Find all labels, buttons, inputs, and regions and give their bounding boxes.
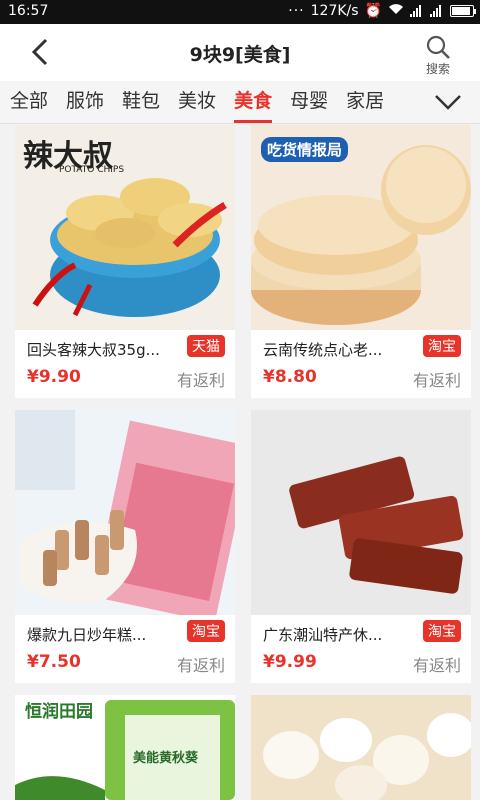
tab-clothing[interactable]: 服饰 [66, 81, 104, 123]
search-icon [426, 35, 450, 59]
product-price: ¥9.99 [263, 652, 317, 672]
tab-beauty[interactable]: 美妆 [178, 81, 216, 123]
product-image: 吃货情报局 [251, 125, 471, 330]
product-brand-subtext: POTATO CHIPS [59, 165, 125, 175]
product-price: ¥8.80 [263, 367, 317, 387]
product-name: 广东潮汕特产休... [263, 626, 383, 644]
category-tabs: 全部 服饰 鞋包 美妆 美食 母婴 家居 [0, 81, 480, 124]
network-speed: 127K/s [310, 3, 359, 19]
product-brand-logo: 吃货情报局 [261, 137, 349, 162]
product-price: ¥7.50 [27, 652, 81, 672]
status-bar: 16:57 ··· 127K/s ⏰ [0, 0, 480, 24]
app-header: 9块9[美食] 搜索 [0, 24, 480, 81]
product-image [15, 410, 235, 615]
product-name: 回头客辣大叔35g... [27, 341, 160, 359]
product-image [251, 695, 471, 800]
product-name: 云南传统点心老... [263, 341, 383, 359]
page-title: 9块9[美食] [189, 44, 291, 66]
search-label: 搜索 [425, 62, 450, 76]
battery-icon [450, 5, 476, 17]
product-card[interactable]: 辣大叔 POTATO CHIPS 回头客辣大叔35g... 天猫 ¥9.90 有… [15, 125, 235, 398]
product-card[interactable]: 广东潮汕特产休... 淘宝 ¥9.99 有返利 [251, 410, 471, 683]
product-card[interactable]: 爆款九日炒年糕... 淘宝 ¥7.50 有返利 [15, 410, 235, 683]
tab-food[interactable]: 美食 [234, 81, 273, 123]
rebate-label: 有返利 [176, 371, 225, 390]
rebate-label: 有返利 [412, 371, 461, 390]
platform-badge: 淘宝 [187, 620, 225, 642]
rebate-label: 有返利 [176, 656, 225, 675]
back-button[interactable] [24, 34, 60, 70]
product-image: 恒润田园 美能黄秋葵 [15, 695, 235, 800]
rebate-label: 有返利 [412, 656, 461, 675]
product-card[interactable]: 吃货情报局 云南传统点心老... 淘宝 ¥8.80 有返利 [251, 125, 471, 398]
product-card[interactable]: 恒润田园 美能黄秋葵 [15, 695, 235, 800]
tab-shoes-bags[interactable]: 鞋包 [122, 81, 160, 123]
signal-icon [410, 5, 424, 17]
product-brand-logo: 恒润田园 [25, 702, 93, 722]
status-time: 16:57 [8, 3, 49, 19]
signal-icon-2 [430, 5, 444, 17]
tab-home[interactable]: 家居 [346, 81, 384, 123]
tab-all[interactable]: 全部 [10, 81, 48, 123]
wifi-icon [388, 3, 404, 19]
product-image [251, 410, 471, 615]
more-dots-icon: ··· [288, 3, 305, 19]
product-brand-subtext: 美能黄秋葵 [133, 751, 199, 766]
product-price: ¥9.90 [27, 367, 81, 387]
search-button[interactable]: 搜索 [418, 32, 458, 78]
platform-badge: 淘宝 [423, 335, 461, 357]
product-name: 爆款九日炒年糕... [27, 626, 147, 644]
expand-tabs-button[interactable] [432, 84, 464, 118]
platform-badge: 淘宝 [423, 620, 461, 642]
platform-badge: 天猫 [187, 335, 225, 357]
back-arrow-icon [31, 38, 48, 66]
chevron-down-icon [435, 95, 461, 110]
product-card[interactable] [251, 695, 471, 800]
product-image: 辣大叔 POTATO CHIPS [15, 125, 235, 330]
alarm-icon: ⏰ [364, 3, 382, 19]
tab-baby[interactable]: 母婴 [290, 81, 328, 123]
